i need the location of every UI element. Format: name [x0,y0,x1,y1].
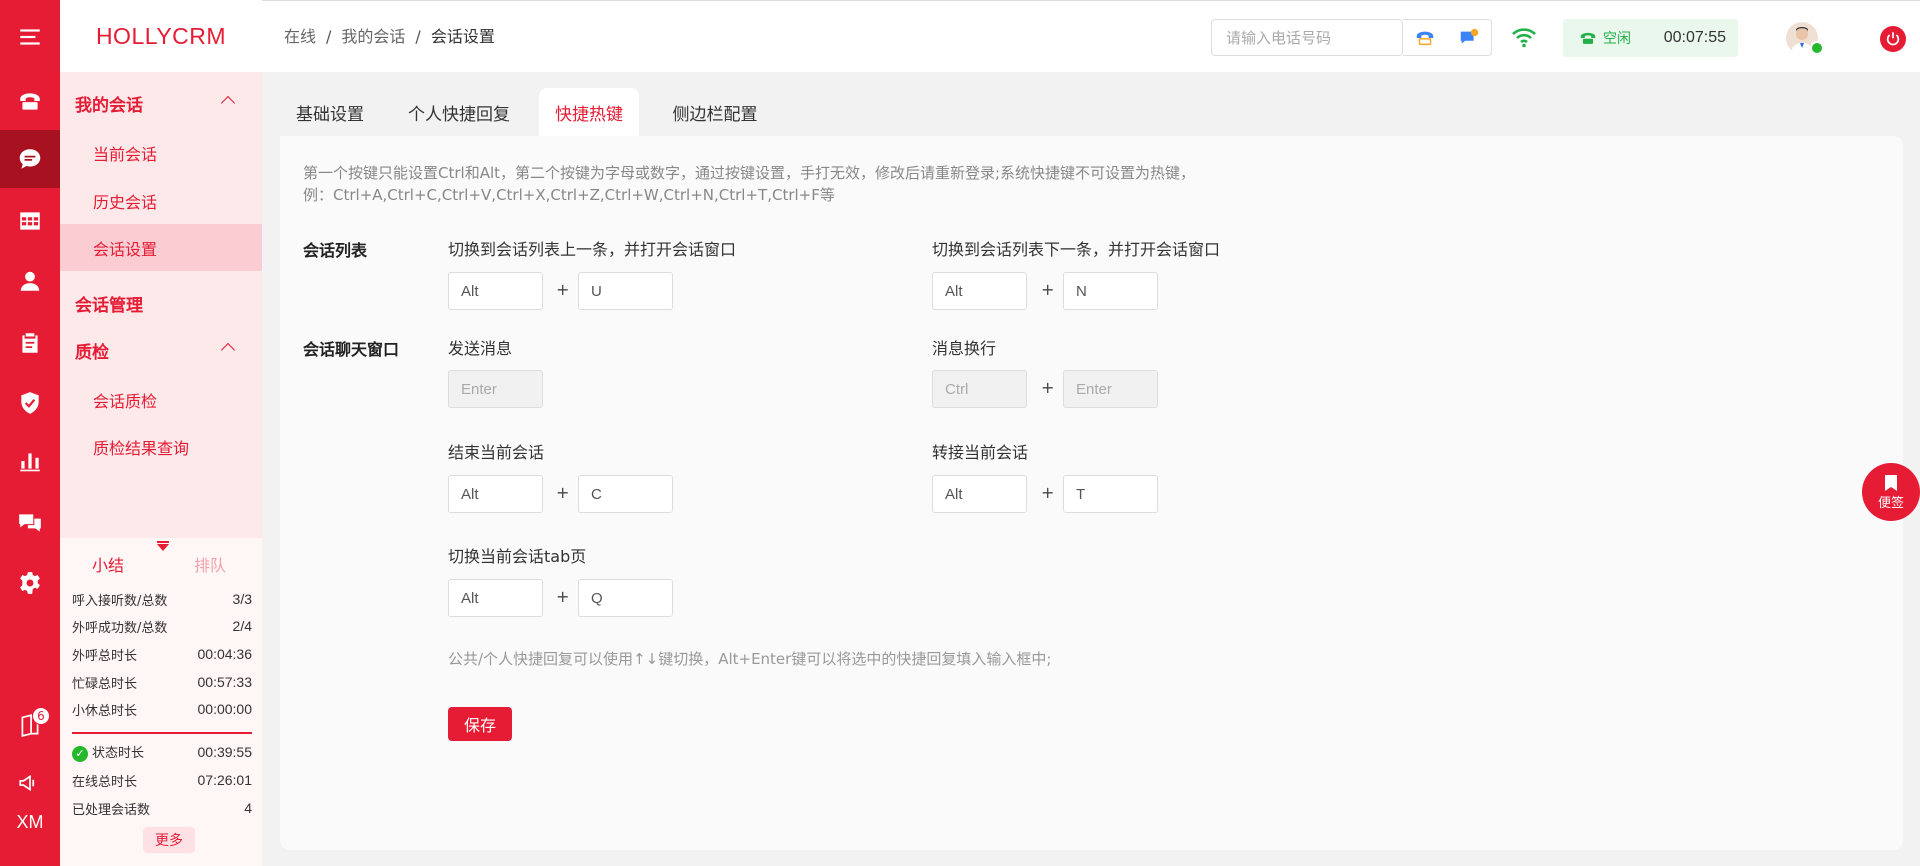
label-switch-tab: 切换当前会话tab页 [448,547,587,566]
prev-key2-input[interactable]: U [578,272,673,310]
sticky-note-button[interactable]: 便签 [1862,463,1920,521]
transfer-key2-input[interactable]: T [1063,475,1158,513]
label-prev: 切换到会话列表上一条，并打开会话窗口 [448,240,737,259]
stat-row: 外呼成功数/总数 2/4 [72,618,252,636]
sidebar-item-current[interactable]: 当前会话 [60,129,262,176]
agent-status[interactable]: 空闲 00:07:55 [1563,19,1738,57]
gear-icon[interactable] [0,554,60,612]
prev-key1-input[interactable]: Alt [448,272,543,310]
chevron-up-icon[interactable] [220,342,236,358]
stat-row: ✓ 状态时长 00:39:55 [72,741,252,763]
end-key1-input[interactable]: Alt [448,475,543,513]
label-end: 结束当前会话 [448,443,545,462]
hotkey-notice: 第一个按键只能设置Ctrl和Alt，第二个按键为字母或数字，通过按键设置，手打无… [303,164,1196,204]
stat-row: 在线总时长 07:26:01 [72,772,252,790]
sub-sidebar: HOLLYCRM 我的会话 当前会话 历史会话 会话设置 会话管理 质检 会话质… [60,0,262,866]
label-transfer: 转接当前会话 [932,443,1029,462]
xm-label[interactable]: XM [0,812,60,833]
hotkey-tip: 公共/个人快捷回复可以使用↑↓键切换，Alt+Enter键可以将选中的快捷回复填… [448,650,1052,668]
stat-row: 已处理会话数 4 [72,800,252,818]
newline-key2-input: Enter [1063,370,1158,408]
notice-badge: 6 [32,707,50,725]
plus-sign: + [1041,378,1055,397]
online-status-icon [1810,41,1824,55]
next-key2-input[interactable]: N [1063,272,1158,310]
phone-input[interactable]: 请输入电话号码 [1211,19,1403,56]
status-timer: 00:07:55 [1663,29,1726,46]
dial-phone-icon[interactable] [1414,27,1436,49]
save-button[interactable]: 保存 [448,707,512,741]
dial-buttons [1403,19,1492,56]
next-key1-input[interactable]: Alt [932,272,1027,310]
switch-key2-input[interactable]: Q [578,579,673,617]
brand-logo: HOLLYCRM [60,0,262,72]
send-key-input: Enter [448,370,543,408]
end-key2-input[interactable]: C [578,475,673,513]
plus-sign: + [1041,280,1055,299]
sidebar-item-qc[interactable]: 会话质检 [60,376,262,423]
tab-summary[interactable]: 小结 [92,552,124,576]
sidebar-item-settings[interactable]: 会话设置 [60,224,262,271]
menu-toggle-icon[interactable] [0,8,60,66]
group-qc[interactable]: 质检 [75,338,109,363]
messages-icon[interactable] [0,494,60,552]
announce-icon[interactable] [0,754,60,812]
sms-icon[interactable] [1458,27,1480,49]
tab-hotkeys[interactable]: 快捷热键 [539,88,639,136]
sidebar-item-qc-result[interactable]: 质检结果查询 [60,423,262,470]
label-next: 切换到会话列表下一条，并打开会话窗口 [932,240,1221,259]
crumb-online[interactable]: 在线 [284,27,316,46]
tab-personal-reply[interactable]: 个人快捷回复 [395,88,523,136]
status-phone-icon [1580,32,1596,44]
chevron-up-icon[interactable] [220,95,236,111]
check-icon: ✓ [72,745,88,762]
table-icon[interactable] [0,192,60,250]
notice-book-icon[interactable] [0,696,60,754]
wifi-icon [1512,28,1536,48]
top-bar: 在线 / 我的会话 / 会话设置 请输入电话号码 空闲 00:07:55 [262,0,1920,72]
tab-basic[interactable]: 基础设置 [280,88,380,136]
stat-row: 忙碌总时长 00:57:33 [72,674,252,692]
sidebar-item-history[interactable]: 历史会话 [60,177,262,224]
label-newline: 消息换行 [932,339,997,358]
collapse-arrow-icon[interactable] [157,541,169,551]
sticky-note-label: 便签 [1877,495,1904,511]
phone-icon[interactable] [0,72,60,130]
section-chat-window: 会话聊天窗口 [303,340,400,359]
switch-key1-input[interactable]: Alt [448,579,543,617]
stats-divider [72,732,252,734]
group-session-manage[interactable]: 会话管理 [75,291,143,316]
stat-row: 小休总时长 00:00:00 [72,701,252,719]
tab-queue[interactable]: 排队 [194,552,226,576]
section-session-list: 会话列表 [303,241,368,260]
crumb-my-sessions[interactable]: 我的会话 [341,27,405,46]
chat-icon[interactable] [0,130,60,188]
transfer-key1-input[interactable]: Alt [932,475,1027,513]
bookmark-icon [1885,474,1897,491]
clipboard-icon[interactable] [0,314,60,372]
tab-sidebar-config[interactable]: 侧边栏配置 [650,88,780,136]
newline-key1-input: Ctrl [932,370,1027,408]
bar-chart-icon[interactable] [0,432,60,490]
plus-sign: + [556,280,570,299]
label-send: 发送消息 [448,339,513,358]
hotkey-panel: 第一个按键只能设置Ctrl和Alt，第二个按键为字母或数字，通过按键设置，手打无… [280,136,1903,850]
status-text: 空闲 [1603,31,1631,47]
power-icon[interactable] [1880,26,1906,52]
stat-row: 外呼总时长 00:04:36 [72,646,252,664]
shield-icon[interactable] [0,374,60,432]
icon-rail: 6 XM [0,0,60,866]
plus-sign: + [556,483,570,502]
user-icon[interactable] [0,252,60,310]
more-button[interactable]: 更多 [143,827,195,853]
stat-row: 呼入接听数/总数 3/3 [72,591,252,609]
plus-sign: + [1041,483,1055,502]
group-my-sessions[interactable]: 我的会话 [75,91,143,116]
breadcrumb: 在线 / 我的会话 / 会话设置 [284,27,495,46]
plus-sign: + [556,587,570,606]
crumb-current: 会话设置 [430,27,495,46]
